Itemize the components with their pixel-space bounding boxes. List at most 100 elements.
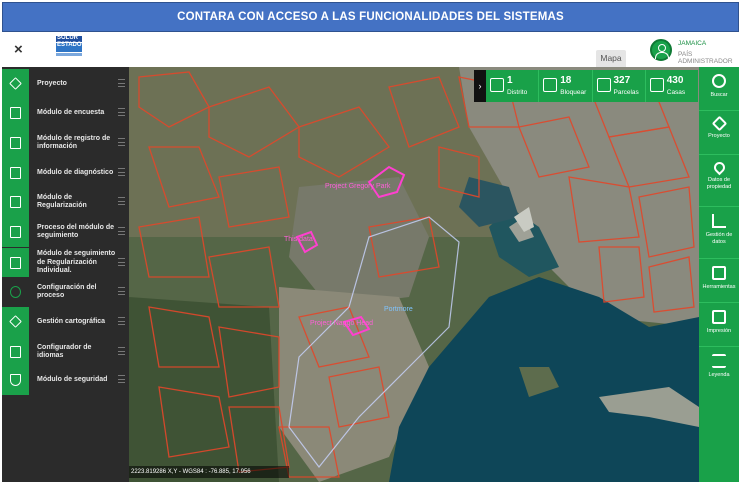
tool-leyenda[interactable]: Leyenda <box>699 347 739 391</box>
sidebar-item-proyecto[interactable]: Proyecto <box>2 69 129 99</box>
tracking-icon <box>2 217 29 247</box>
tool-herramientas[interactable]: Herramientas <box>699 259 739 303</box>
sidebar-item-label: Módulo de Regularización <box>37 193 87 210</box>
app-frame: CONTARA CON ACCESO A LAS FUNCIONALIDADES… <box>0 0 741 484</box>
map-label-naggo: Project Naggo Head <box>310 320 373 327</box>
sidebar-item-cartografica[interactable]: Gestión cartográfica <box>2 307 129 337</box>
toolbox-icon <box>712 266 726 280</box>
menu-icon[interactable] <box>118 168 125 176</box>
sidebar-item-seguimiento-individual[interactable]: Módulo de seguimiento de Regularización … <box>2 248 129 278</box>
satellite-map[interactable]: Project Gregory Park This data Portmore … <box>129 67 699 482</box>
book-icon <box>2 98 29 128</box>
buildings-icon <box>649 78 664 92</box>
sidebar-item-encuesta[interactable]: Módulo de encuesta <box>2 98 129 128</box>
layers-icon <box>2 307 29 337</box>
sidebar-item-registro[interactable]: Módulo de registro de información <box>2 128 129 158</box>
left-sidebar: Proyecto Módulo de encuesta Módulo de re… <box>2 67 129 482</box>
sidebar-item-label: Módulo de registro de información <box>37 134 111 151</box>
page-banner: CONTARA CON ACCESO A LAS FUNCIONALIDADES… <box>2 2 739 32</box>
layers-icon <box>711 115 727 132</box>
tool-proyecto[interactable]: Proyecto <box>699 111 739 155</box>
tool-impresion[interactable]: Impresión <box>699 303 739 347</box>
menu-icon[interactable] <box>118 108 125 116</box>
sidebar-item-label: Módulo de seguridad <box>37 375 108 383</box>
bar-chart-icon <box>712 214 726 228</box>
tool-label: Proyecto <box>708 133 730 139</box>
tool-gestion-datos[interactable]: Gestión de datos <box>699 207 739 259</box>
menu-icon[interactable] <box>118 227 125 235</box>
stat-distrito: 1 Distrito <box>486 70 540 102</box>
stat-label: Bloquear <box>560 89 587 96</box>
map-label-gregory: Project Gregory Park <box>325 183 391 190</box>
sidebar-item-label: Módulo de seguimiento de Regularización … <box>37 250 116 275</box>
app-logo: SOLUR ESTADO <box>56 35 82 60</box>
user-avatar-icon[interactable] <box>650 39 672 61</box>
sidebar-item-label: Módulo de diagnóstico <box>37 168 114 176</box>
tool-label: Impresión <box>706 328 732 334</box>
sidebar-item-regularizacion[interactable]: Módulo de Regularización <box>2 187 129 217</box>
menu-icon[interactable] <box>118 317 125 325</box>
menu-icon[interactable] <box>118 138 125 146</box>
grid-block-icon <box>543 78 558 92</box>
menu-icon[interactable] <box>118 197 125 205</box>
individual-tracking-icon <box>2 248 29 278</box>
user-role: PAÍS ADMINISTRADOR <box>678 51 733 65</box>
sidebar-item-label: Proceso del módulo de seguimiento <box>37 223 115 240</box>
menu-icon[interactable] <box>118 258 125 266</box>
tool-label: Datos de propiedad <box>706 177 732 190</box>
stat-label: Casas <box>666 89 686 96</box>
shield-icon <box>2 365 29 395</box>
sidebar-item-idiomas[interactable]: Configurador de idiomas <box>2 337 129 367</box>
stat-bloquear: 18 Bloquear <box>539 70 593 102</box>
sidebar-item-label: Módulo de encuesta <box>37 108 105 116</box>
stat-value: 430 <box>666 75 684 86</box>
menu-icon[interactable] <box>118 287 125 295</box>
sidebar-item-label: Configuración del proceso <box>37 283 97 300</box>
stat-label: Parcelas <box>613 89 639 96</box>
sidebar-item-configuracion[interactable]: Configuración del proceso <box>2 277 129 307</box>
tool-label: Leyenda <box>708 372 730 378</box>
printer-icon <box>712 310 726 324</box>
search-icon <box>712 74 726 88</box>
map-label-this-data: This data <box>284 236 313 243</box>
diagnostic-icon <box>2 158 29 188</box>
sidebar-item-diagnostico[interactable]: Módulo de diagnóstico <box>2 158 129 188</box>
sidebar-item-label: Configurador de idiomas <box>37 343 92 360</box>
menu-icon[interactable] <box>118 79 125 87</box>
stats-toggle-button[interactable]: › <box>474 70 486 102</box>
district-map-icon <box>490 78 504 92</box>
logo-text: SOLUR ESTADO <box>57 35 82 48</box>
close-icon[interactable]: × <box>14 41 23 58</box>
user-name: JAMAICA <box>678 40 707 47</box>
document-icon <box>2 128 29 158</box>
coordinate-readout: 2223.819286 X,Y - WGS84 : -76.885, 17.95… <box>129 466 289 478</box>
gear-icon <box>2 277 29 307</box>
menu-icon[interactable] <box>118 347 125 355</box>
stat-label: Distrito <box>507 89 528 96</box>
map-pin-icon <box>711 159 727 176</box>
sidebar-item-label: Proyecto <box>37 79 67 87</box>
tool-label: Gestión de datos <box>705 232 733 245</box>
language-icon <box>2 337 29 367</box>
right-toolbar: Buscar Proyecto Datos de propiedad Gesti… <box>699 67 739 482</box>
map-label-portmore: Portmore <box>384 306 413 313</box>
layers-icon <box>2 69 29 99</box>
tool-label: Herramientas <box>702 284 736 290</box>
map-canvas[interactable]: Project Gregory Park This data Portmore … <box>129 67 699 482</box>
sidebar-item-seguimiento[interactable]: Proceso del módulo de seguimiento <box>2 217 129 247</box>
list-icon <box>712 354 726 368</box>
sidebar-item-seguridad[interactable]: Módulo de seguridad <box>2 365 129 395</box>
tool-buscar[interactable]: Buscar <box>699 67 739 111</box>
stat-value: 1 <box>507 75 513 86</box>
sidebar-item-label: Gestión cartográfica <box>37 317 106 325</box>
tab-mapa[interactable]: Mapa <box>596 50 626 67</box>
regularization-icon <box>2 187 29 217</box>
stat-casas: 430 Casas <box>646 70 698 102</box>
tool-datos-propiedad[interactable]: Datos de propiedad <box>699 155 739 207</box>
parcel-house-icon <box>596 78 611 92</box>
stat-parcelas: 327 Parcelas <box>593 70 646 102</box>
stats-bar: › 1 Distrito 18 Bloquear 327 Parcelas 43… <box>474 70 698 102</box>
tool-label: Buscar <box>710 92 728 98</box>
menu-icon[interactable] <box>118 375 125 383</box>
stat-value: 18 <box>560 75 572 86</box>
